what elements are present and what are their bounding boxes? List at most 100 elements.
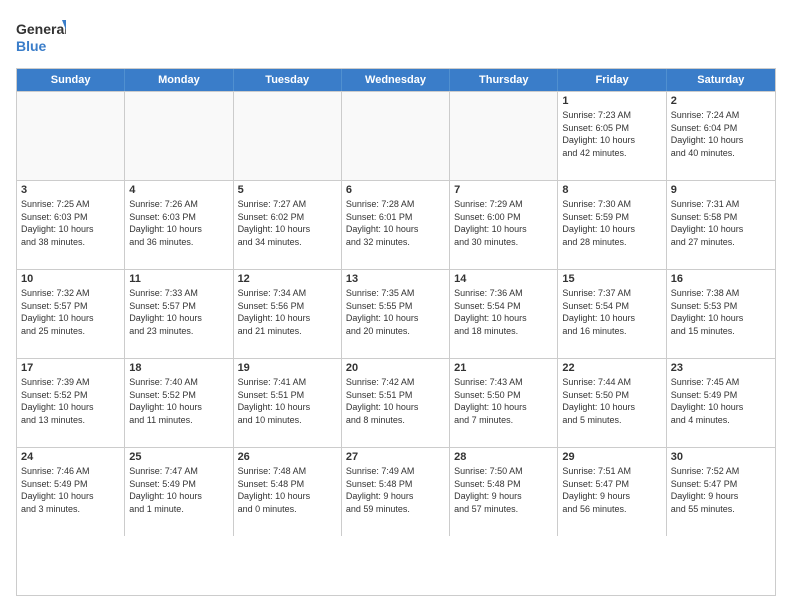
day-number-16: 16 [671, 273, 771, 285]
day-number-11: 11 [129, 273, 228, 285]
day-number-19: 19 [238, 362, 337, 374]
header-tuesday: Tuesday [234, 69, 342, 91]
day-12: 12 Sunrise: 7:34 AM Sunset: 5:56 PM Dayli… [234, 270, 342, 358]
day-info-29: Sunrise: 7:51 AM Sunset: 5:47 PM Dayligh… [562, 465, 661, 515]
day-5: 5 Sunrise: 7:27 AM Sunset: 6:02 PM Daylig… [234, 181, 342, 269]
empty-cell-0-3 [342, 92, 450, 180]
day-number-6: 6 [346, 184, 445, 196]
logo-svg: General Blue [16, 16, 66, 58]
day-10: 10 Sunrise: 7:32 AM Sunset: 5:57 PM Dayli… [17, 270, 125, 358]
day-20: 20Sunrise: 7:42 AM Sunset: 5:51 PM Dayli… [342, 359, 450, 447]
day-info-14: Sunrise: 7:36 AM Sunset: 5:54 PM Dayligh… [454, 287, 553, 337]
day-21: 21 Sunrise: 7:43 AM Sunset: 5:50 PM Dayli… [450, 359, 558, 447]
day-number-23: 23 [671, 362, 771, 374]
day-number-13: 13 [346, 273, 445, 285]
day-number-30: 30 [671, 451, 771, 463]
day-number-26: 26 [238, 451, 337, 463]
day-info-30: Sunrise: 7:52 AM Sunset: 5:47 PM Dayligh… [671, 465, 771, 515]
day-30: 30 Sunrise: 7:52 AM Sunset: 5:47 PM Dayli… [667, 448, 775, 536]
day-info-3: Sunrise: 7:25 AM Sunset: 6:03 PM Dayligh… [21, 198, 120, 248]
day-number-28: 28 [454, 451, 553, 463]
day-number-1: 1 [562, 95, 661, 107]
day-number-7: 7 [454, 184, 553, 196]
day-info-22: Sunrise: 7:44 AM Sunset: 5:50 PM Dayligh… [562, 376, 661, 426]
day-1: 1 Sunrise: 7:23 AM Sunset: 6:05 PM Daylig… [558, 92, 666, 180]
day-29: 29Sunrise: 7:51 AM Sunset: 5:47 PM Dayli… [558, 448, 666, 536]
day-number-25: 25 [129, 451, 228, 463]
empty-cell-0-2 [234, 92, 342, 180]
day-6: 6 Sunrise: 7:28 AM Sunset: 6:01 PM Daylig… [342, 181, 450, 269]
day-info-24: Sunrise: 7:46 AM Sunset: 5:49 PM Dayligh… [21, 465, 120, 515]
header-monday: Monday [125, 69, 233, 91]
day-number-4: 4 [129, 184, 228, 196]
week-row-4: 17 Sunrise: 7:39 AM Sunset: 5:52 PM Dayli… [17, 358, 775, 447]
day-number-17: 17 [21, 362, 120, 374]
day-info-5: Sunrise: 7:27 AM Sunset: 6:02 PM Dayligh… [238, 198, 337, 248]
day-info-16: Sunrise: 7:38 AM Sunset: 5:53 PM Dayligh… [671, 287, 771, 337]
day-14: 14 Sunrise: 7:36 AM Sunset: 5:54 PM Dayli… [450, 270, 558, 358]
day-25: 25 Sunrise: 7:47 AM Sunset: 5:49 PM Dayli… [125, 448, 233, 536]
day-number-14: 14 [454, 273, 553, 285]
day-number-3: 3 [21, 184, 120, 196]
day-info-10: Sunrise: 7:32 AM Sunset: 5:57 PM Dayligh… [21, 287, 120, 337]
day-9: 9 Sunrise: 7:31 AM Sunset: 5:58 PM Daylig… [667, 181, 775, 269]
day-number-20: 20 [346, 362, 445, 374]
day-info-28: Sunrise: 7:50 AM Sunset: 5:48 PM Dayligh… [454, 465, 553, 515]
day-info-13: Sunrise: 7:35 AM Sunset: 5:55 PM Dayligh… [346, 287, 445, 337]
week-row-3: 10 Sunrise: 7:32 AM Sunset: 5:57 PM Dayli… [17, 269, 775, 358]
header-saturday: Saturday [667, 69, 775, 91]
day-info-6: Sunrise: 7:28 AM Sunset: 6:01 PM Dayligh… [346, 198, 445, 248]
day-info-9: Sunrise: 7:31 AM Sunset: 5:58 PM Dayligh… [671, 198, 771, 248]
day-number-12: 12 [238, 273, 337, 285]
day-info-23: Sunrise: 7:45 AM Sunset: 5:49 PM Dayligh… [671, 376, 771, 426]
day-27: 27 Sunrise: 7:49 AM Sunset: 5:48 PM Dayli… [342, 448, 450, 536]
day-info-15: Sunrise: 7:37 AM Sunset: 5:54 PM Dayligh… [562, 287, 661, 337]
day-number-10: 10 [21, 273, 120, 285]
svg-text:General: General [16, 21, 66, 37]
day-11: 11Sunrise: 7:33 AM Sunset: 5:57 PM Dayli… [125, 270, 233, 358]
day-13: 13 Sunrise: 7:35 AM Sunset: 5:55 PM Dayli… [342, 270, 450, 358]
day-number-21: 21 [454, 362, 553, 374]
day-24: 24Sunrise: 7:46 AM Sunset: 5:49 PM Dayli… [17, 448, 125, 536]
calendar-body: 1 Sunrise: 7:23 AM Sunset: 6:05 PM Daylig… [17, 91, 775, 536]
day-info-7: Sunrise: 7:29 AM Sunset: 6:00 PM Dayligh… [454, 198, 553, 248]
calendar: SundayMondayTuesdayWednesdayThursdayFrid… [16, 68, 776, 596]
week-row-2: 3 Sunrise: 7:25 AM Sunset: 6:03 PM Daylig… [17, 180, 775, 269]
day-info-17: Sunrise: 7:39 AM Sunset: 5:52 PM Dayligh… [21, 376, 120, 426]
day-26: 26 Sunrise: 7:48 AM Sunset: 5:48 PM Dayli… [234, 448, 342, 536]
header: General Blue [16, 16, 776, 58]
day-info-4: Sunrise: 7:26 AM Sunset: 6:03 PM Dayligh… [129, 198, 228, 248]
day-number-22: 22 [562, 362, 661, 374]
calendar-page: General Blue SundayMondayTuesdayWednesda… [0, 0, 792, 612]
day-15: 15Sunrise: 7:37 AM Sunset: 5:54 PM Dayli… [558, 270, 666, 358]
day-info-26: Sunrise: 7:48 AM Sunset: 5:48 PM Dayligh… [238, 465, 337, 515]
day-16: 16 Sunrise: 7:38 AM Sunset: 5:53 PM Dayli… [667, 270, 775, 358]
day-23: 23 Sunrise: 7:45 AM Sunset: 5:49 PM Dayli… [667, 359, 775, 447]
day-number-9: 9 [671, 184, 771, 196]
day-info-2: Sunrise: 7:24 AM Sunset: 6:04 PM Dayligh… [671, 109, 771, 159]
empty-cell-0-1 [125, 92, 233, 180]
header-sunday: Sunday [17, 69, 125, 91]
day-number-2: 2 [671, 95, 771, 107]
day-17: 17 Sunrise: 7:39 AM Sunset: 5:52 PM Dayli… [17, 359, 125, 447]
calendar-header: SundayMondayTuesdayWednesdayThursdayFrid… [17, 69, 775, 91]
day-info-21: Sunrise: 7:43 AM Sunset: 5:50 PM Dayligh… [454, 376, 553, 426]
day-2: 2 Sunrise: 7:24 AM Sunset: 6:04 PM Daylig… [667, 92, 775, 180]
day-number-5: 5 [238, 184, 337, 196]
day-number-27: 27 [346, 451, 445, 463]
day-info-25: Sunrise: 7:47 AM Sunset: 5:49 PM Dayligh… [129, 465, 228, 515]
day-7: 7 Sunrise: 7:29 AM Sunset: 6:00 PM Daylig… [450, 181, 558, 269]
day-number-8: 8 [562, 184, 661, 196]
day-info-27: Sunrise: 7:49 AM Sunset: 5:48 PM Dayligh… [346, 465, 445, 515]
logo: General Blue [16, 16, 66, 58]
day-3: 3 Sunrise: 7:25 AM Sunset: 6:03 PM Daylig… [17, 181, 125, 269]
day-info-1: Sunrise: 7:23 AM Sunset: 6:05 PM Dayligh… [562, 109, 661, 159]
day-info-12: Sunrise: 7:34 AM Sunset: 5:56 PM Dayligh… [238, 287, 337, 337]
week-row-1: 1 Sunrise: 7:23 AM Sunset: 6:05 PM Daylig… [17, 91, 775, 180]
day-18: 18Sunrise: 7:40 AM Sunset: 5:52 PM Dayli… [125, 359, 233, 447]
day-info-19: Sunrise: 7:41 AM Sunset: 5:51 PM Dayligh… [238, 376, 337, 426]
header-friday: Friday [558, 69, 666, 91]
day-19: 19 Sunrise: 7:41 AM Sunset: 5:51 PM Dayli… [234, 359, 342, 447]
header-wednesday: Wednesday [342, 69, 450, 91]
day-8: 8Sunrise: 7:30 AM Sunset: 5:59 PM Daylig… [558, 181, 666, 269]
